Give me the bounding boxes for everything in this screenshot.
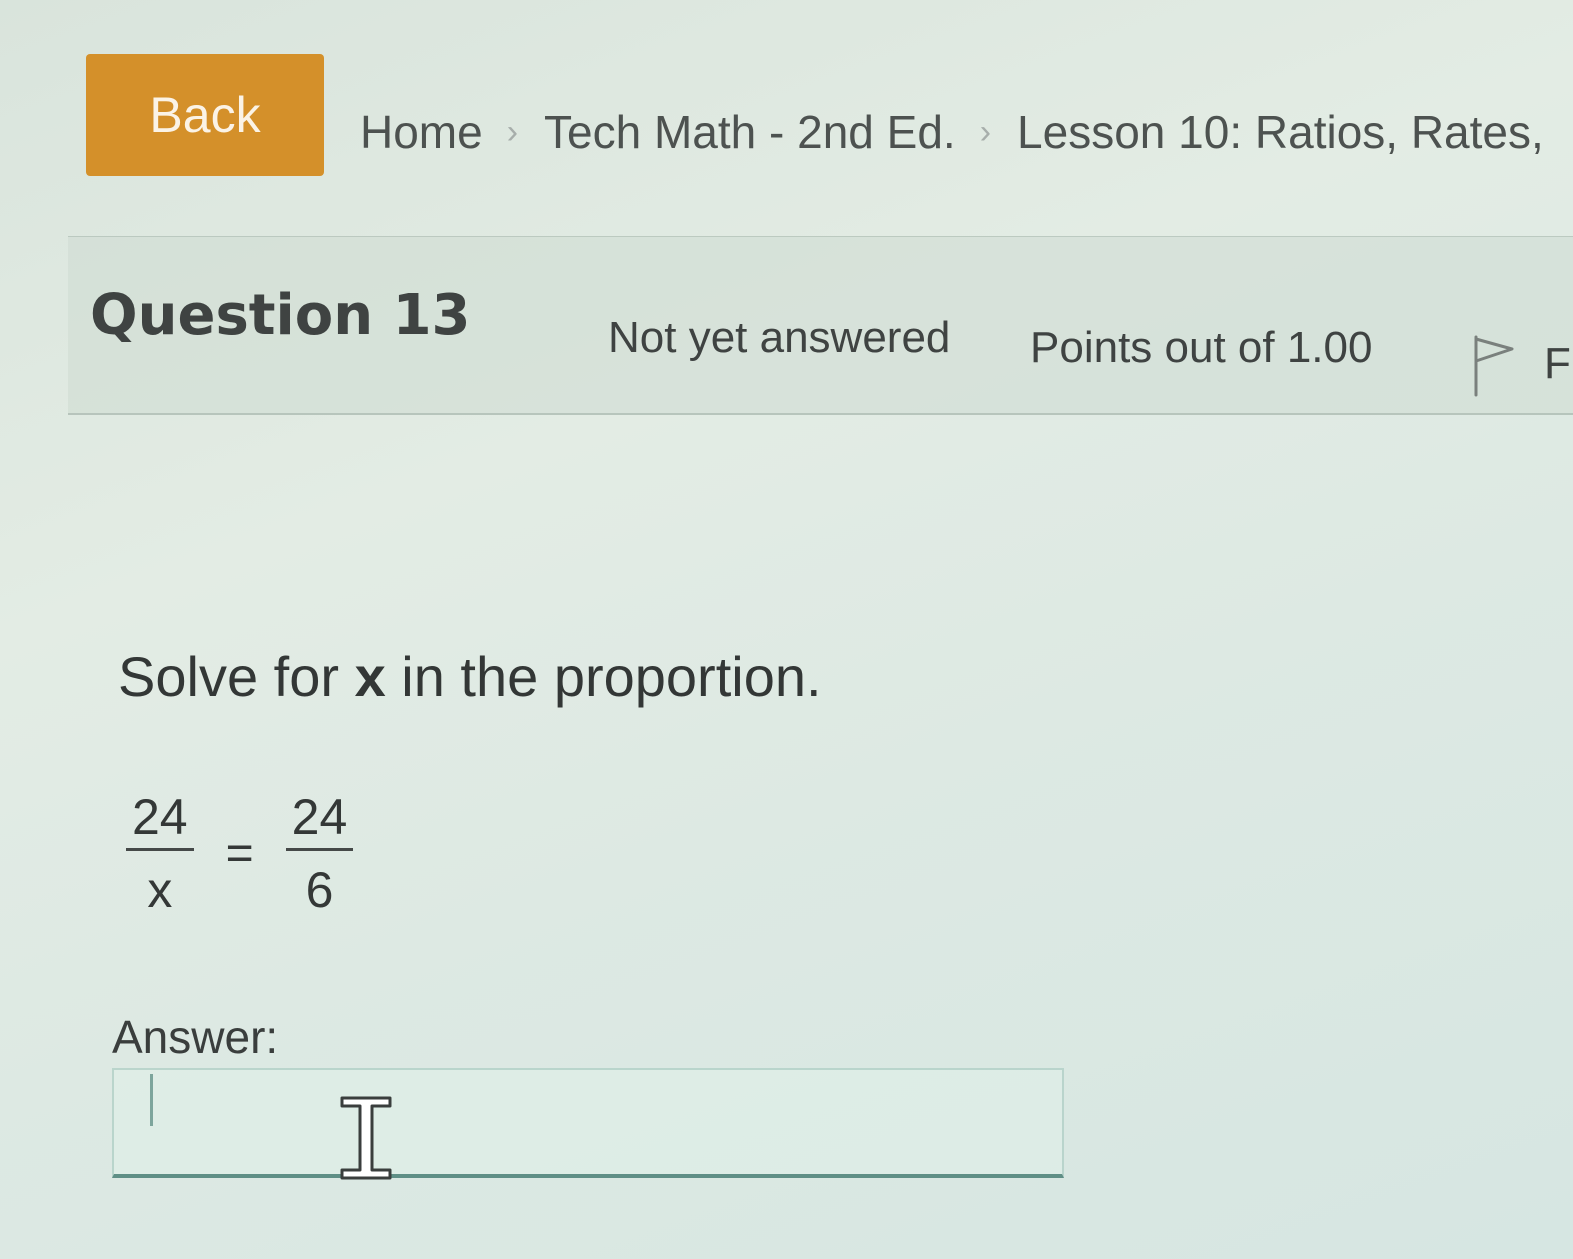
- answer-label: Answer:: [112, 1011, 279, 1063]
- prompt-text: in the proportion.: [385, 645, 822, 708]
- question-prompt: Solve for x in the proportion.: [118, 644, 822, 709]
- breadcrumb-home[interactable]: Home: [360, 105, 483, 159]
- question-info: Question 13 Not yet answered Points out …: [68, 236, 1573, 415]
- flag-label: F: [1544, 339, 1571, 388]
- prompt-variable: x: [354, 645, 386, 708]
- question-status: Not yet answered: [608, 313, 951, 362]
- question-points: Points out of 1.00: [1030, 323, 1373, 372]
- equals-sign: =: [225, 827, 254, 880]
- ibeam-cursor-icon: [340, 1096, 392, 1180]
- flag-outline-icon: [1474, 335, 1514, 397]
- left-denominator: x: [147, 862, 173, 918]
- left-fraction: 24 x: [120, 792, 200, 915]
- question-number: Question 13: [90, 283, 471, 348]
- left-numerator: 24: [132, 789, 188, 845]
- right-denominator: 6: [305, 862, 334, 918]
- chevron-right-icon: ›: [979, 112, 992, 151]
- chevron-right-icon: ›: [506, 112, 519, 151]
- breadcrumb-course[interactable]: Tech Math - 2nd Ed.: [544, 105, 956, 159]
- breadcrumb: Home › Tech Math - 2nd Ed. › Lesson 10: …: [360, 92, 1573, 172]
- text-caret: [150, 1074, 153, 1126]
- right-numerator: 24: [291, 789, 348, 845]
- flag-question-button[interactable]: F: [1472, 333, 1571, 399]
- proportion-equation: 24 x = 24 6: [120, 792, 359, 915]
- breadcrumb-lesson[interactable]: Lesson 10: Ratios, Rates,: [1017, 105, 1544, 159]
- back-button[interactable]: Back: [86, 54, 324, 176]
- answer-input[interactable]: [112, 1068, 1064, 1178]
- prompt-text: Solve for: [118, 645, 355, 708]
- right-fraction: 24 6: [280, 792, 360, 915]
